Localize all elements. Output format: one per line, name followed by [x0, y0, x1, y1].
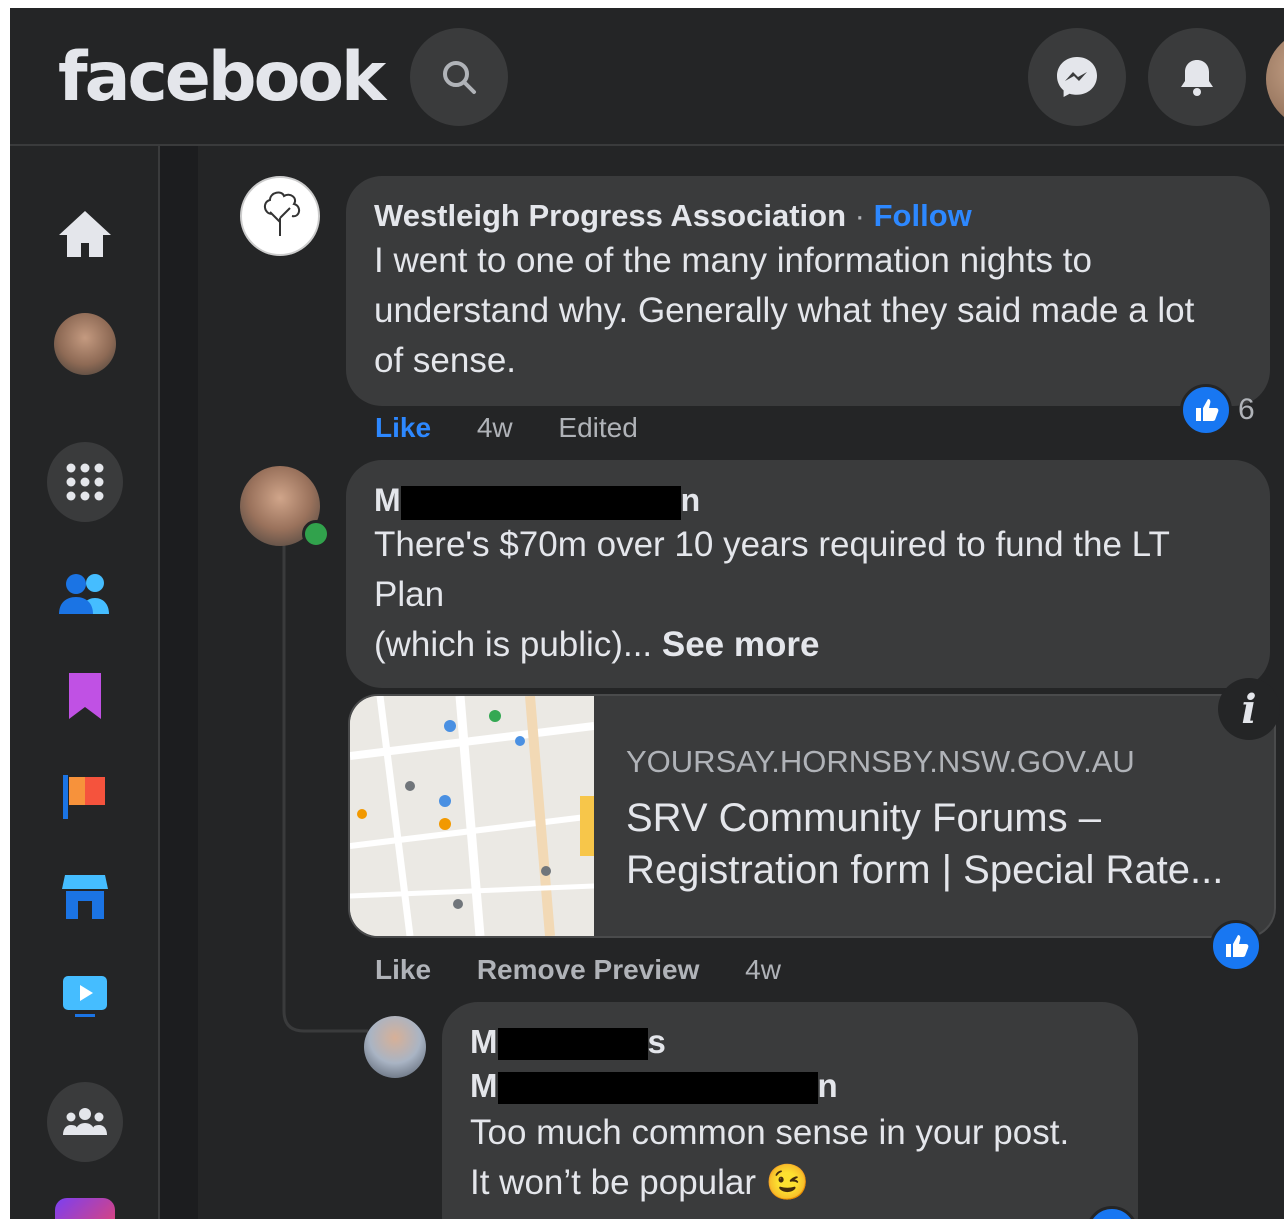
- reaction-count: 6: [1238, 393, 1255, 426]
- gutter: [160, 146, 198, 1219]
- like-reaction-icon: [1180, 384, 1232, 436]
- reply-author[interactable]: Ms: [470, 1020, 1110, 1064]
- reaction-summary[interactable]: [1210, 920, 1262, 972]
- top-navigation-bar: facebook: [10, 8, 1284, 146]
- bell-icon: [1181, 60, 1213, 96]
- edited-label: Edited: [558, 412, 638, 443]
- pages-flag-icon: [63, 775, 105, 819]
- comment-text-continued: (which is public)... See more: [374, 625, 820, 664]
- like-button[interactable]: Like: [375, 412, 431, 443]
- separator-dot: ·: [854, 198, 865, 233]
- profile-avatar: [54, 313, 116, 375]
- redaction-bar: [497, 1028, 648, 1061]
- reply-text: Too much common sense in your post.: [470, 1113, 1070, 1152]
- saved-button[interactable]: [47, 658, 123, 734]
- friends-button[interactable]: [47, 556, 123, 632]
- redaction-bar: [497, 1072, 818, 1105]
- comment-timestamp[interactable]: 4w: [745, 954, 781, 985]
- left-sidebar: [10, 146, 160, 1219]
- app-window: facebook Westleigh Progress Association …: [10, 8, 1284, 1219]
- messenger-button[interactable]: [1028, 28, 1126, 126]
- comment-author[interactable]: Westleigh Progress Association: [374, 198, 846, 233]
- notifications-button[interactable]: [1148, 28, 1246, 126]
- friends-icon: [59, 574, 109, 614]
- marketplace-store-icon: [62, 875, 108, 919]
- more-shortcut[interactable]: [55, 1198, 115, 1219]
- reply-avatar[interactable]: [364, 1016, 426, 1078]
- groups-icon: [63, 1108, 107, 1135]
- wink-emoji-icon: 😉: [765, 1163, 810, 1202]
- see-more-link[interactable]: See more: [662, 625, 820, 664]
- watch-video-icon: [63, 976, 107, 1017]
- profile-shortcut[interactable]: [47, 306, 123, 382]
- online-status-dot: [302, 520, 330, 548]
- comments-section: Westleigh Progress Association · Follow …: [198, 146, 1284, 1219]
- map-thumbnail: [350, 696, 595, 936]
- reply-bubble: Ms Mn Too much common sense in your post…: [442, 1002, 1138, 1219]
- map-image: [350, 696, 595, 936]
- profile-avatar[interactable]: [1266, 30, 1284, 128]
- tree-logo-icon: [264, 191, 300, 236]
- follow-button[interactable]: Follow: [874, 198, 972, 233]
- comment-author-line: Westleigh Progress Association · Follow: [374, 196, 1242, 236]
- link-domain: YOURSAY.HORNSBY.NSW.GOV.AU: [626, 744, 1135, 779]
- apps-grid-icon: [66, 463, 104, 501]
- comment-text: There's $70m over 10 years required to f…: [374, 525, 1170, 614]
- reply-text-continued: It won’t be popular 😉: [470, 1163, 810, 1202]
- remove-preview-button[interactable]: Remove Preview: [477, 954, 700, 985]
- search-button[interactable]: [410, 28, 508, 126]
- info-icon: i: [1241, 685, 1257, 733]
- info-button[interactable]: i: [1218, 678, 1280, 740]
- menu-button[interactable]: [47, 442, 123, 522]
- marketplace-button[interactable]: [47, 858, 123, 934]
- facebook-logo[interactable]: facebook: [58, 38, 386, 118]
- comment-bubble: Mn There's $70m over 10 years required t…: [346, 460, 1270, 688]
- like-reaction-icon: [1210, 920, 1262, 972]
- like-button[interactable]: Like: [375, 954, 431, 985]
- watch-button[interactable]: [47, 958, 123, 1034]
- messenger-icon: [1057, 57, 1097, 97]
- pages-button[interactable]: [47, 758, 123, 834]
- comment-actions: Like 4w Edited: [375, 412, 676, 444]
- home-button[interactable]: [47, 196, 123, 272]
- comment-author[interactable]: Mn: [374, 480, 1242, 520]
- comment-text: I went to one of the many information ni…: [374, 241, 1195, 380]
- search-icon: [443, 61, 476, 94]
- home-icon: [59, 211, 111, 257]
- comment-bubble: Westleigh Progress Association · Follow …: [346, 176, 1270, 406]
- groups-button[interactable]: [47, 1082, 123, 1162]
- comment-timestamp[interactable]: 4w: [477, 412, 513, 443]
- redaction-bar: [400, 485, 681, 520]
- commenter-avatar[interactable]: [240, 176, 320, 256]
- saved-bookmark-icon: [69, 673, 101, 719]
- reply-author-second-line[interactable]: Mn: [470, 1064, 1110, 1108]
- comment-actions: Like Remove Preview 4w: [375, 954, 819, 986]
- link-title[interactable]: SRV Community Forums – Registration form…: [626, 792, 1266, 896]
- link-preview-card[interactable]: YOURSAY.HORNSBY.NSW.GOV.AU SRV Community…: [348, 694, 1276, 938]
- reaction-summary[interactable]: 6: [1180, 384, 1255, 436]
